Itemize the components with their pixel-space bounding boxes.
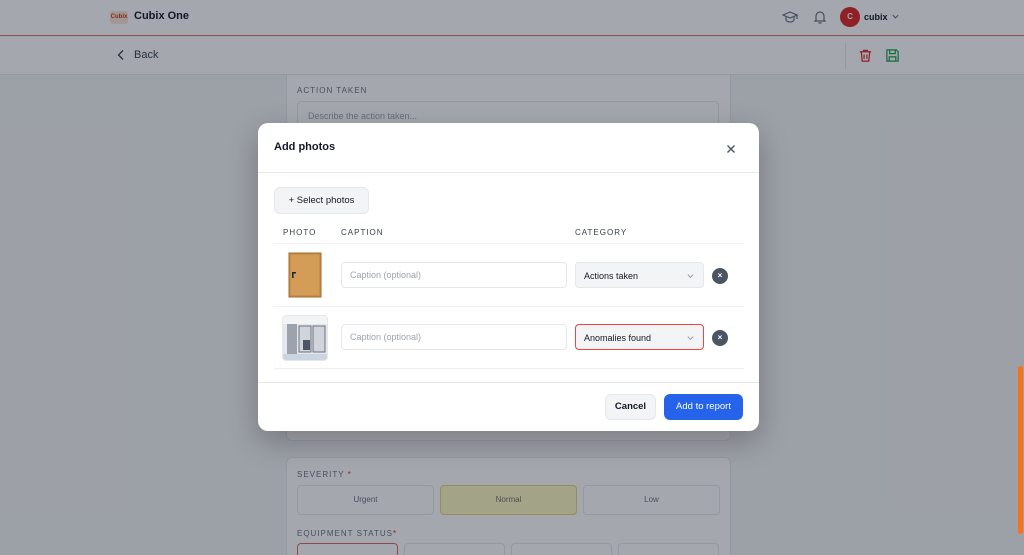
add-photos-modal: Add photos + Select photos PHOTO CAPTION… (258, 123, 759, 431)
divider (274, 306, 744, 307)
close-icon[interactable] (724, 142, 738, 156)
photo-thumbnail-door (282, 252, 328, 298)
column-header-photo: PHOTO (283, 228, 317, 237)
select-photos-button[interactable]: + Select photos (274, 187, 369, 214)
caption-input[interactable] (341, 324, 567, 350)
column-header-category: CATEGORY (575, 228, 628, 237)
divider (258, 172, 759, 173)
photo-thumbnail-room (282, 315, 328, 361)
modal-title: Add photos (274, 141, 336, 153)
caption-input[interactable] (341, 262, 567, 288)
chevron-down-icon (687, 274, 694, 279)
remove-photo-button[interactable]: × (712, 330, 728, 346)
category-select[interactable]: Actions taken (575, 262, 704, 288)
category-value: Anomalies found (584, 333, 652, 343)
scrollbar-thumb[interactable] (1018, 366, 1023, 534)
column-header-caption: CAPTION (341, 228, 384, 237)
category-select[interactable]: Anomalies found (575, 324, 704, 350)
cancel-button[interactable]: Cancel (605, 394, 656, 420)
divider (258, 382, 759, 383)
divider (274, 368, 744, 369)
divider (274, 243, 744, 244)
remove-photo-button[interactable]: × (712, 268, 728, 284)
chevron-down-icon (687, 336, 694, 341)
add-to-report-button[interactable]: Add to report (664, 394, 743, 420)
category-value: Actions taken (584, 271, 639, 281)
